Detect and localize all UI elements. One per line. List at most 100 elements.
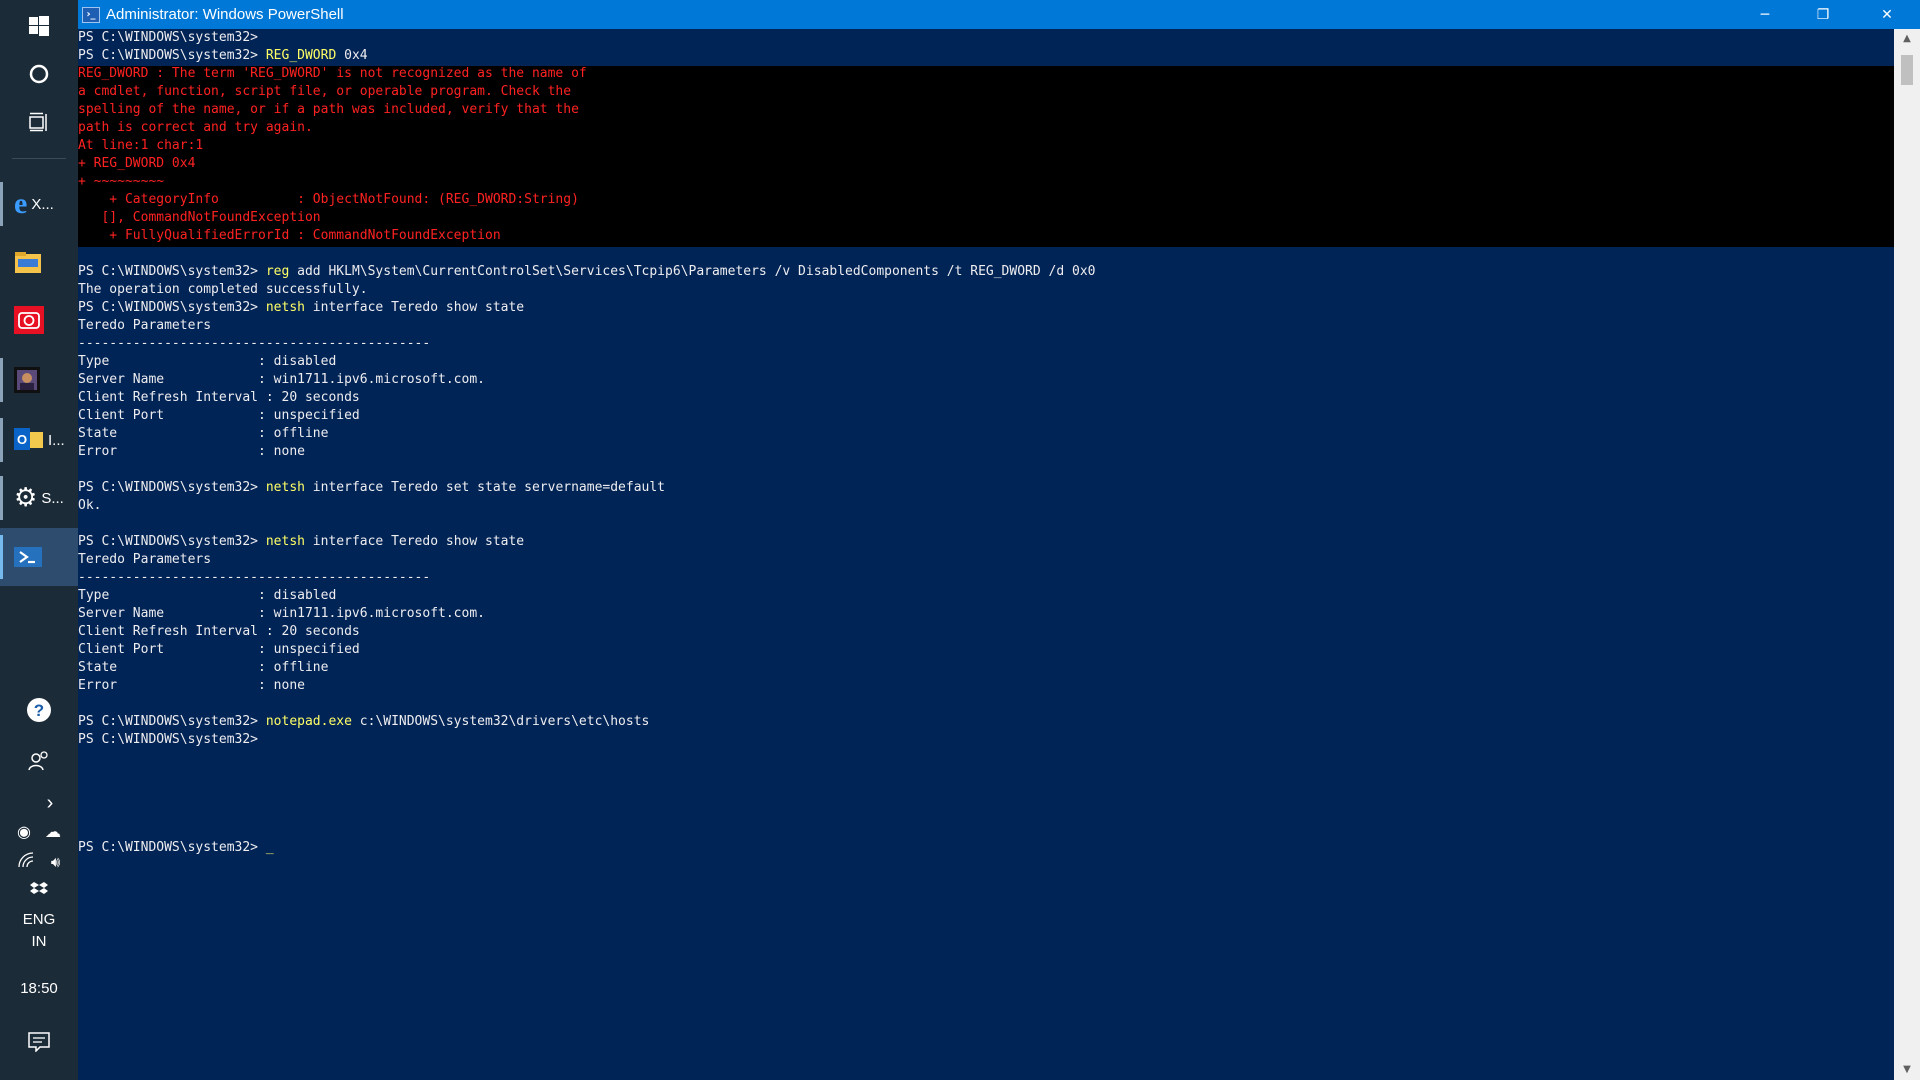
tray-language-button[interactable]: ENG IN: [0, 908, 78, 954]
console-output-line: ----------------------------------------…: [78, 336, 431, 351]
running-indicator: [0, 182, 3, 226]
close-button[interactable]: ✕: [1854, 0, 1920, 29]
console-output-line: Type : disabled: [78, 588, 337, 603]
taskbar-app-outlook[interactable]: O I...: [0, 412, 78, 468]
console-prompt: PS C:\WINDOWS\system32>: [78, 840, 266, 855]
scrollbar-thumb[interactable]: [1901, 55, 1913, 85]
tray-overflow-button[interactable]: ›: [20, 790, 80, 816]
edge-icon: e X...: [14, 187, 54, 220]
minimize-icon: ─: [1760, 6, 1770, 23]
photo-app-icon: [0, 367, 78, 393]
running-indicator: [0, 476, 3, 520]
tray-clock[interactable]: 18:50: [0, 976, 78, 1000]
taskbar-app-explorer[interactable]: [0, 234, 78, 290]
console-error-line: spelling of the name, or if a path was i…: [78, 102, 579, 117]
wifi-icon[interactable]: [17, 851, 36, 873]
console-command-args: add HKLM\System\CurrentControlSet\Servic…: [289, 264, 1096, 279]
console-output-line: Client Port : unspecified: [78, 642, 360, 657]
console-command-name: netsh: [265, 300, 305, 315]
console-output-line: Ok.: [78, 498, 102, 513]
console-error-line: + FullyQualifiedErrorId : CommandNotFoun…: [78, 228, 501, 243]
console-output-line: Error : none: [78, 678, 305, 693]
clock-time: 18:50: [20, 979, 58, 997]
console-active-prompt-line[interactable]: PS C:\WINDOWS\system32> _: [78, 839, 1894, 857]
text-cursor: _: [265, 840, 274, 855]
notifications-icon: [28, 1031, 50, 1057]
tray-people-button[interactable]: [0, 746, 78, 780]
tray-help-button[interactable]: ?: [0, 694, 78, 730]
console-error-line: [], CommandNotFoundException: [78, 210, 321, 225]
console-prompt: PS C:\WINDOWS\system32>: [78, 534, 266, 549]
taskbar-app-edge[interactable]: e X...: [0, 176, 78, 232]
console-output-line: Client Refresh Interval : 20 seconds: [78, 390, 360, 405]
console-command-line: PS C:\WINDOWS\system32> REG_DWORD 0x4: [78, 47, 1894, 65]
console-error-line: REG_DWORD : The term 'REG_DWORD' is not …: [78, 66, 587, 81]
taskbar-app-label: X...: [31, 195, 54, 213]
svg-text:?: ?: [34, 701, 44, 720]
running-indicator: [0, 418, 3, 462]
console-output-line: Type : disabled: [78, 354, 337, 369]
onedrive-cloud-icon[interactable]: ☁: [45, 822, 61, 842]
taskbar-app-settings[interactable]: ⚙ S...: [0, 470, 78, 526]
console-output-line: Teredo Parameters: [78, 552, 212, 567]
scroll-up-arrow-icon[interactable]: ▲: [1894, 29, 1920, 49]
taskbar-app-label: I...: [48, 431, 65, 449]
console-command-args: interface Teredo show state: [304, 534, 525, 549]
title-bar[interactable]: ›_ Administrator: Windows PowerShell ─ ❐…: [78, 0, 1920, 29]
people-icon: [27, 749, 51, 778]
console-output-line: The operation completed successfully.: [78, 282, 368, 297]
console-command-name: notepad.exe: [265, 714, 352, 729]
console-output[interactable]: PS C:\WINDOWS\system32> PS C:\WINDOWS\sy…: [78, 29, 1894, 1080]
console-command-args: 0x4: [336, 48, 368, 63]
task-view-icon: [0, 112, 78, 136]
console-command-line: PS C:\WINDOWS\system32> netsh interface …: [78, 299, 1894, 317]
powershell-icon: ›_: [82, 6, 100, 23]
cortana-circle-icon: [0, 63, 78, 89]
console-output-line: Client Refresh Interval : 20 seconds: [78, 624, 360, 639]
file-explorer-icon: [0, 250, 78, 274]
minimize-button[interactable]: ─: [1736, 0, 1794, 29]
powershell-icon: [0, 545, 78, 569]
console-command-args: interface Teredo show state: [304, 300, 525, 315]
console-error-line: + ~~~~~~~~~: [78, 174, 165, 189]
taskbar-app-label: S...: [41, 489, 64, 507]
console-output-line: Server Name : win1711.ipv6.microsoft.com…: [78, 372, 485, 387]
console-command-name: REG_DWORD: [265, 48, 337, 63]
taskbar-app-photo[interactable]: [0, 352, 78, 408]
vertical-scrollbar[interactable]: ▲ ▼: [1894, 29, 1920, 1080]
volume-icon[interactable]: 🔊︎: [51, 854, 60, 871]
console-prompt: PS C:\WINDOWS\system32>: [78, 714, 266, 729]
running-indicator: [0, 535, 3, 579]
taskbar-app-powershell[interactable]: [0, 528, 78, 586]
taskbar-separator: [12, 158, 66, 159]
console-command-name: netsh: [265, 480, 305, 495]
dropbox-icon: [30, 881, 48, 902]
console-error-line: + CategoryInfo : ObjectNotFound: (REG_DW…: [78, 192, 579, 207]
console-output-line: State : offline: [78, 660, 329, 675]
console-error-line: + REG_DWORD 0x4: [78, 156, 196, 171]
sync-icon[interactable]: ◉: [17, 822, 31, 842]
scroll-down-arrow-icon[interactable]: ▼: [1894, 1060, 1920, 1080]
task-view-button[interactable]: [0, 96, 78, 152]
console-command-line: PS C:\WINDOWS\system32> reg add HKLM\Sys…: [78, 263, 1894, 281]
chevron-right-icon: ›: [46, 791, 54, 814]
action-center-button[interactable]: [0, 1028, 78, 1060]
console-command-line: PS C:\WINDOWS\system32>: [78, 29, 1894, 47]
taskbar-app-camera[interactable]: [0, 292, 78, 348]
tray-dropbox-button[interactable]: [0, 880, 78, 902]
taskbar: e X... O I... ⚙ S... ? › ◉ ☁ 🔊︎ ENG IN 1…: [0, 0, 78, 1080]
console-output-line: ----------------------------------------…: [78, 570, 431, 585]
restore-button[interactable]: ❐: [1794, 0, 1852, 29]
language-code: ENG: [22, 911, 56, 928]
camera-icon: [0, 306, 78, 334]
console-output-line: State : offline: [78, 426, 329, 441]
windows-logo-icon: [0, 16, 78, 40]
tray-row-2: 🔊︎: [0, 850, 78, 874]
